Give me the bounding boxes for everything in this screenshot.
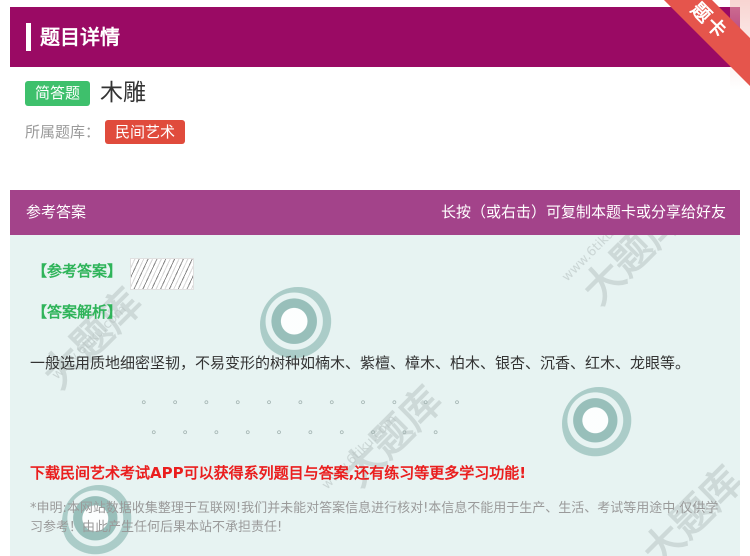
- question-bank-tag[interactable]: 民间艺术: [105, 120, 186, 144]
- app-download-promo-link[interactable]: 下载民间艺术考试APP可以获得系列题目与答案,还有练习等更多学习功能!: [30, 461, 526, 485]
- reference-answer-image: [130, 258, 194, 290]
- answer-analysis-label: 【答案解析】: [32, 303, 123, 321]
- question-title: 木雕: [100, 80, 146, 106]
- reference-answer-label: 【参考答案】: [32, 262, 123, 280]
- page-title: 题目详情: [40, 25, 120, 49]
- question-card-page: 题目详情 题卡 简答题 木雕 所属题库： 民间艺术 参考答案 长按（或右击）可复…: [0, 0, 750, 556]
- watermark-dots: ∘ ∘ ∘ ∘ ∘ ∘ ∘ ∘ ∘ ∘: [150, 425, 450, 439]
- answer-section-header: 参考答案 长按（或右击）可复制本题卡或分享给好友: [10, 190, 740, 235]
- copy-share-hint: 长按（或右击）可复制本题卡或分享给好友: [440, 203, 726, 221]
- question-type-badge: 简答题: [25, 81, 91, 106]
- watermark-swirl-icon: [562, 387, 636, 461]
- header-accent-bar: [26, 23, 31, 51]
- question-bank-label: 所属题库：: [25, 123, 101, 141]
- disclaimer-text: *申明:本网站数据收集整理于互联网!我们并未能对答案信息进行核对!本信息不能用于…: [30, 501, 719, 535]
- answer-analysis-text: 一般选用质地细密坚韧，不易变形的树种如楠木、紫檀、樟木、柏木、银杏、沉香、红木、…: [30, 354, 691, 372]
- answer-section-body: 大题库 大题库 大题库 大题库 www.6tiku.com www.6tiku.…: [10, 235, 740, 556]
- answer-header-title: 参考答案: [26, 203, 87, 221]
- watermark-dots: ∘ ∘ ∘ ∘ ∘ ∘ ∘ ∘ ∘ ∘ ∘: [140, 395, 471, 409]
- page-header: 题目详情: [10, 7, 740, 67]
